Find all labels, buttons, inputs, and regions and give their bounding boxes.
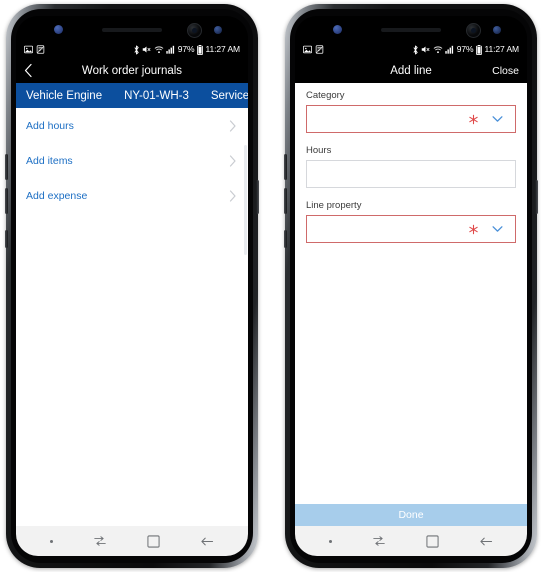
switch-icon[interactable]: [372, 534, 386, 548]
volume-down-button[interactable]: [284, 188, 287, 214]
left-status-bar: 97% 11:27 AM: [16, 41, 248, 58]
power-button[interactable]: [256, 180, 259, 214]
left-phone: 97% 11:27 AM Work order journals Vehicle…: [5, 4, 259, 568]
signal-icon: [445, 45, 454, 54]
mute-icon: [421, 45, 430, 54]
left-app-body: Vehicle Engine NY-01-WH-3 Service Add ho…: [16, 83, 248, 526]
assistant-button[interactable]: [5, 230, 8, 248]
proximity-sensor-icon: [493, 26, 501, 34]
status-right-icons: 97% 11:27 AM: [412, 44, 520, 55]
chevron-right-icon: [229, 154, 237, 167]
done-button-container: Done: [295, 504, 527, 526]
hours-input[interactable]: [306, 160, 516, 188]
front-camera-icon: [466, 23, 481, 38]
assistant-button[interactable]: [284, 230, 287, 248]
right-phone-screen: 97% 11:27 AM Add line Close Category Hou…: [295, 16, 527, 556]
vertical-scrollbar[interactable]: [244, 145, 247, 255]
battery-icon: [476, 44, 482, 55]
journal-list: Add hours Add items Add expense: [16, 108, 248, 213]
screenshot-icon: [36, 45, 45, 54]
recents-square-icon[interactable]: [147, 534, 160, 548]
chevron-right-icon: [229, 119, 237, 132]
status-left-icons: [24, 45, 45, 54]
iris-sensor-icon: [333, 25, 342, 34]
bluetooth-icon: [412, 45, 419, 55]
done-button[interactable]: Done: [295, 504, 527, 526]
back-arrow-icon[interactable]: [200, 535, 214, 548]
breadcrumb: Vehicle Engine NY-01-WH-3 Service: [16, 83, 248, 108]
left-nav-bar: [16, 526, 248, 556]
right-app-bar: Add line Close: [295, 58, 527, 83]
left-phone-screen: 97% 11:27 AM Work order journals Vehicle…: [16, 16, 248, 556]
breadcrumb-item-2: Service: [210, 89, 248, 102]
wifi-icon: [154, 45, 164, 54]
category-dropdown[interactable]: [306, 105, 516, 133]
front-camera-icon: [187, 23, 202, 38]
mute-icon: [142, 45, 151, 54]
list-item-label: Add expense: [26, 189, 88, 202]
field-label: Line property: [306, 200, 362, 211]
earpiece-speaker: [381, 28, 441, 32]
chevron-down-icon[interactable]: [492, 115, 503, 123]
recents-square-icon[interactable]: [426, 534, 439, 548]
switch-icon[interactable]: [93, 534, 107, 548]
status-left-icons: [303, 45, 324, 54]
asterisk-icon: [468, 114, 479, 125]
right-device-viewport: 97% 11:27 AM Add line Close Category Hou…: [295, 41, 527, 556]
dot-indicator-icon: [329, 539, 332, 543]
screenshot-stage: 97% 11:27 AM Work order journals Vehicle…: [0, 0, 541, 572]
list-item-add-expense[interactable]: Add expense: [16, 178, 248, 213]
breadcrumb-item-1: NY-01-WH-3: [124, 89, 189, 102]
battery-percent-label: 97%: [177, 44, 195, 55]
line-property-dropdown[interactable]: [306, 215, 516, 243]
list-item-add-items[interactable]: Add items: [16, 143, 248, 178]
field-label: Hours: [306, 145, 332, 156]
field-line-property: Line property: [306, 200, 516, 243]
top-bezel: [295, 16, 527, 42]
field-hours: Hours: [306, 145, 516, 188]
wifi-icon: [433, 45, 443, 54]
back-button[interactable]: [23, 58, 34, 83]
left-app-bar: Work order journals: [16, 58, 248, 83]
close-button[interactable]: Close: [492, 58, 519, 83]
right-status-bar: 97% 11:27 AM: [295, 41, 527, 58]
battery-percent-label: 97%: [456, 44, 474, 55]
list-item-label: Add items: [26, 154, 73, 167]
screenshot-icon: [315, 45, 324, 54]
breadcrumb-item-0: Vehicle Engine: [26, 89, 103, 102]
page-title: Work order journals: [81, 64, 183, 77]
image-icon: [303, 45, 312, 54]
left-device-viewport: 97% 11:27 AM Work order journals Vehicle…: [16, 41, 248, 556]
field-label: Category: [306, 90, 345, 101]
signal-icon: [166, 45, 175, 54]
top-bezel: [16, 16, 248, 42]
iris-sensor-icon: [54, 25, 63, 34]
chevron-down-icon[interactable]: [492, 225, 503, 233]
status-right-icons: 97% 11:27 AM: [133, 44, 241, 55]
clock-label: 11:27 AM: [205, 44, 241, 55]
right-nav-bar: [295, 526, 527, 556]
clock-label: 11:27 AM: [484, 44, 520, 55]
power-button[interactable]: [535, 180, 538, 214]
volume-up-button[interactable]: [5, 154, 8, 180]
list-item-add-hours[interactable]: Add hours: [16, 108, 248, 143]
right-phone: 97% 11:27 AM Add line Close Category Hou…: [284, 4, 538, 568]
volume-down-button[interactable]: [5, 188, 8, 214]
add-line-form: Category Hours Line property Done: [295, 83, 527, 526]
proximity-sensor-icon: [214, 26, 222, 34]
image-icon: [24, 45, 33, 54]
chevron-right-icon: [229, 189, 237, 202]
earpiece-speaker: [102, 28, 162, 32]
field-category: Category: [306, 90, 516, 133]
back-arrow-icon[interactable]: [479, 535, 493, 548]
battery-icon: [197, 44, 203, 55]
bluetooth-icon: [133, 45, 140, 55]
dot-indicator-icon: [50, 539, 53, 543]
asterisk-icon: [468, 224, 479, 235]
list-item-label: Add hours: [26, 119, 74, 132]
volume-up-button[interactable]: [284, 154, 287, 180]
